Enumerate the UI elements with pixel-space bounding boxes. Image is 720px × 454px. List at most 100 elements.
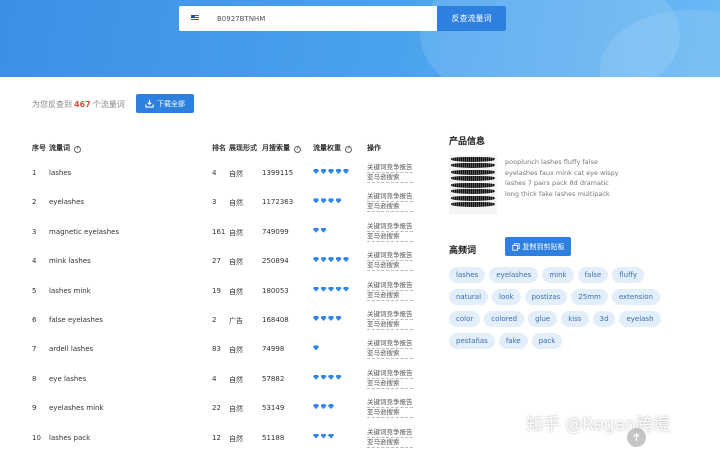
keyword-tag[interactable]: eyelash: [619, 311, 661, 327]
header-keyword: 流量词?: [49, 143, 81, 153]
row-form: 自然: [229, 405, 243, 414]
row-volume: 51188: [262, 433, 285, 442]
row-keyword: lashes: [49, 169, 72, 177]
row-form: 自然: [229, 287, 243, 296]
amazon-search-link[interactable]: 亚马逊搜索: [367, 291, 413, 301]
download-all-button[interactable]: 下载全部: [136, 94, 194, 113]
keyword-tag[interactable]: 3d: [592, 311, 616, 327]
header-volume-label: 月搜索量: [262, 144, 290, 152]
row-volume: 168408: [262, 315, 289, 324]
competition-report-link[interactable]: 关键词竞争报告: [367, 222, 413, 232]
help-icon[interactable]: ?: [345, 146, 352, 153]
amazon-search-link[interactable]: 亚马逊搜索: [367, 261, 413, 272]
row-form: 自然: [229, 258, 243, 267]
keyword-tag[interactable]: postizas: [524, 289, 568, 305]
asin-search-input[interactable]: [217, 6, 437, 31]
keyword-tag[interactable]: kiss: [561, 311, 589, 327]
table-row: 4 mink lashes 27 自然 250894 关键词竞争报告 亚马逊搜索: [32, 246, 422, 275]
row-keyword: eyelashes: [49, 198, 85, 207]
diamond-icon: [313, 374, 319, 380]
diamond-icon: [335, 315, 342, 321]
product-title-text: pooplunch lashes fluffy false eyelashes …: [505, 157, 645, 199]
row-form: 自然: [229, 228, 243, 237]
table-row: 5 lashes mink 19 自然 180053 关键词竞争报告 亚马逊搜索: [32, 276, 422, 305]
help-icon[interactable]: ?: [294, 146, 301, 153]
diamond-icon: [320, 169, 327, 174]
diamond-icon: [313, 315, 319, 321]
product-title-line: pooplunch lashes fluffy false: [505, 158, 598, 166]
diamond-icon: [313, 345, 319, 351]
amazon-search-link[interactable]: 亚马逊搜索: [367, 349, 413, 360]
product-title-line: eyelashes faux mink cat eye wispy: [505, 168, 619, 177]
keyword-tag[interactable]: colored: [484, 311, 525, 327]
row-rank: 2: [212, 315, 217, 324]
keyword-tag[interactable]: mink: [542, 267, 574, 283]
competition-report-link[interactable]: 关键词竞争报告: [367, 428, 413, 438]
row-volume: 74998: [262, 345, 285, 354]
competition-report-link[interactable]: 关键词竞争报告: [367, 251, 413, 262]
amazon-search-link[interactable]: 亚马逊搜索: [367, 379, 413, 389]
search-bar: 反查流量词: [179, 6, 506, 31]
result-summary: 为您反查到 467 个流量词: [32, 99, 125, 110]
row-index: 10: [32, 433, 41, 442]
diamond-icon: [313, 169, 319, 174]
amazon-search-link[interactable]: 亚马逊搜索: [367, 320, 413, 330]
row-form: 广告: [229, 316, 243, 325]
amazon-search-link[interactable]: 亚马逊搜索: [367, 408, 413, 419]
row-form: 自然: [229, 346, 243, 355]
diamond-icon: [328, 198, 334, 204]
keyword-tag[interactable]: 25mm: [571, 289, 608, 305]
row-rank: 3: [212, 198, 217, 207]
competition-report-link[interactable]: 关键词竞争报告: [367, 163, 413, 173]
traffic-weight: [313, 257, 349, 263]
scroll-to-top-button[interactable]: [627, 428, 646, 447]
keyword-tag[interactable]: natural: [449, 289, 489, 305]
diamond-icon: [328, 374, 334, 380]
diamond-icon: [335, 374, 342, 380]
header-form: 展现形式: [229, 144, 257, 152]
row-volume: 53149: [262, 404, 285, 413]
header-index: 序号: [32, 144, 46, 152]
row-operations: 关键词竞争报告 亚马逊搜索: [367, 339, 413, 360]
keyword-tag[interactable]: eyelashes: [489, 267, 539, 283]
row-index: 5: [32, 286, 37, 295]
amazon-search-link[interactable]: 亚马逊搜索: [367, 438, 413, 448]
product-info-title: 产品信息: [449, 137, 486, 147]
competition-report-link[interactable]: 关键词竞争报告: [367, 281, 413, 291]
row-keyword: magnetic eyelashes: [49, 227, 120, 236]
competition-report-link[interactable]: 关键词竞争报告: [367, 192, 413, 203]
keyword-tag[interactable]: color: [449, 311, 481, 327]
row-operations: 关键词竞争报告 亚马逊搜索: [367, 428, 413, 448]
competition-report-link[interactable]: 关键词竞争报告: [367, 310, 413, 320]
keyword-tag[interactable]: pestañas: [449, 333, 495, 349]
competition-report-link[interactable]: 关键词竞争报告: [367, 339, 413, 350]
keyword-tag[interactable]: fluffy: [612, 267, 645, 283]
keyword-tag[interactable]: look: [492, 289, 521, 305]
row-index: 9: [32, 404, 37, 413]
row-keyword: eye lashes: [49, 374, 87, 383]
amazon-search-link[interactable]: 亚马逊搜索: [367, 232, 413, 242]
competition-report-link[interactable]: 关键词竞争报告: [367, 369, 413, 379]
header-banner: 反查流量词: [0, 0, 720, 77]
diamond-icon: [328, 315, 334, 321]
header-operation: 操作: [367, 144, 381, 152]
arrow-up-icon: [633, 433, 640, 442]
copy-icon: [511, 242, 520, 251]
amazon-search-link[interactable]: 亚马逊搜索: [367, 173, 413, 183]
keyword-tag[interactable]: glue: [528, 311, 558, 327]
reverse-lookup-button[interactable]: 反查流量词: [437, 6, 506, 31]
keyword-tag[interactable]: pack: [531, 333, 563, 349]
keyword-tag[interactable]: fake: [498, 333, 528, 349]
header-weight-label: 流量权重: [313, 144, 341, 152]
diamond-icon: [320, 257, 327, 263]
amazon-search-link[interactable]: 亚马逊搜索: [367, 202, 413, 213]
row-index: 4: [32, 257, 37, 266]
us-flag-icon[interactable]: [191, 15, 199, 21]
keyword-tag[interactable]: lashes: [449, 267, 486, 283]
product-title-line: lashes 7 pairs pack 8d dramatic: [505, 179, 609, 187]
help-icon[interactable]: ?: [74, 146, 81, 153]
competition-report-link[interactable]: 关键词竞争报告: [367, 398, 413, 409]
copy-to-clipboard-button[interactable]: 复制到剪贴板: [505, 237, 571, 256]
keyword-tag[interactable]: extension: [611, 289, 660, 305]
keyword-tag[interactable]: false: [577, 267, 609, 283]
